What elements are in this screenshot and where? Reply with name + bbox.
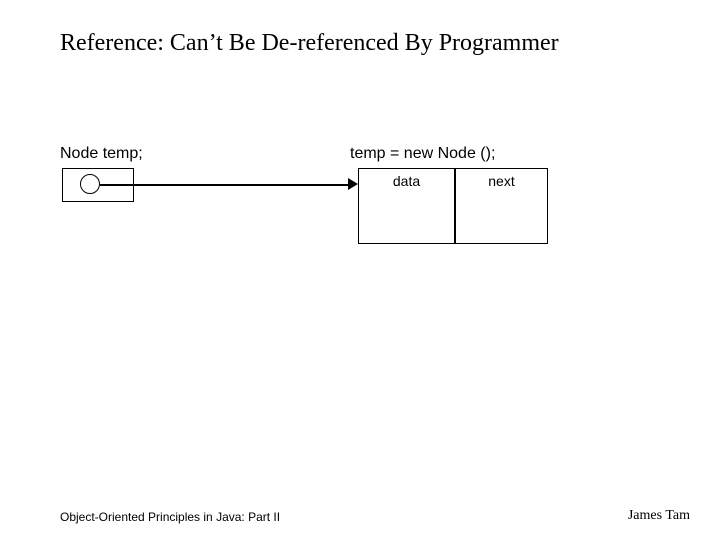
pointer-arrow-line (100, 184, 350, 186)
node-next-label: next (454, 173, 549, 189)
declaration-label: Node temp; (60, 145, 143, 163)
footer-course: Object-Oriented Principles in Java: Part… (60, 510, 280, 524)
instantiation-label: temp = new Node (); (350, 145, 495, 163)
reference-circle-icon (80, 174, 100, 194)
slide-title: Reference: Can’t Be De-referenced By Pro… (60, 30, 559, 57)
node-data-label: data (359, 173, 454, 189)
node-box: data next (358, 168, 548, 244)
pointer-arrow-head-icon (348, 178, 358, 190)
footer-author: James Tam (628, 508, 690, 524)
